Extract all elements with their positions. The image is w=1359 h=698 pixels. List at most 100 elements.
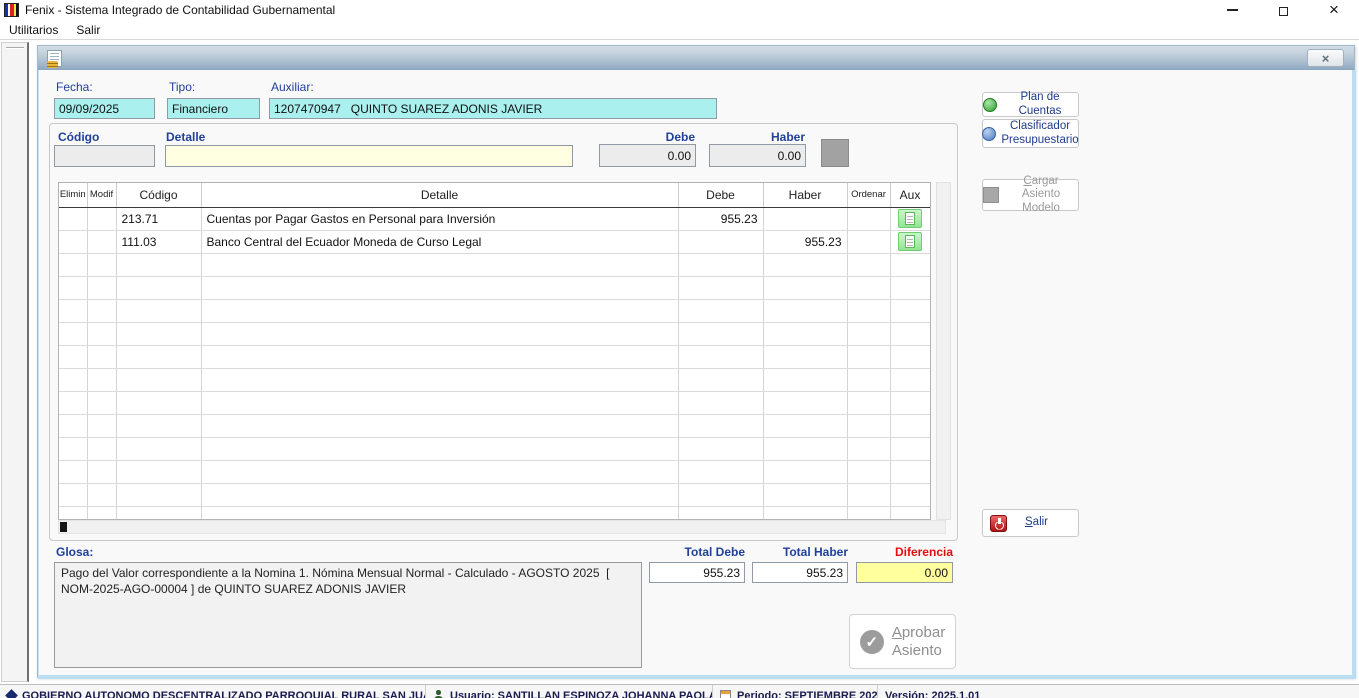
cell-ordenar[interactable]: [847, 207, 890, 230]
cell-aux: [890, 276, 930, 299]
user-icon: [433, 690, 444, 698]
cell-elimin[interactable]: [59, 207, 87, 230]
cell-haber: [763, 345, 847, 368]
cell-elimin: [59, 460, 87, 483]
cell-codigo[interactable]: 111.03: [116, 230, 201, 253]
cargar-asiento-modelo-button[interactable]: Cargar AsientoModelo: [982, 179, 1079, 211]
cell-aux[interactable]: [890, 207, 930, 230]
cell-haber: [763, 414, 847, 437]
menu-utilitarios[interactable]: Utilitarios: [9, 23, 58, 37]
left-dock-strip[interactable]: [1, 42, 29, 682]
cell-haber: [763, 299, 847, 322]
cell-ordenar[interactable]: [847, 230, 890, 253]
cell-modif[interactable]: [87, 207, 116, 230]
close-button[interactable]: ×: [1327, 3, 1341, 17]
aprobar-asiento-button[interactable]: ✓ AprobarAsiento: [849, 614, 956, 669]
diferencia-value: [856, 562, 953, 583]
grid-row[interactable]: 213.71Cuentas por Pagar Gastos en Person…: [59, 207, 930, 230]
cell-detalle: [201, 483, 678, 506]
cell-debe[interactable]: [678, 230, 763, 253]
grid-empty-row: [59, 368, 930, 391]
grid-empty-row: [59, 322, 930, 345]
menu-salir[interactable]: Salir: [76, 23, 100, 37]
cell-modif: [87, 506, 116, 520]
minimize-icon: [1227, 9, 1238, 11]
grid-column-header[interactable]: Haber: [763, 183, 847, 207]
restore-button[interactable]: [1276, 3, 1290, 17]
grid-body: 213.71Cuentas por Pagar Gastos en Person…: [59, 207, 930, 520]
cell-aux: [890, 483, 930, 506]
grid-horizontal-scrollbar[interactable]: [58, 520, 946, 534]
grid-column-header[interactable]: Elimin: [59, 183, 87, 207]
grid-column-header[interactable]: Debe: [678, 183, 763, 207]
glosa-textarea[interactable]: Pago del Valor correspondiente a la Nomi…: [54, 562, 642, 668]
cell-modif: [87, 414, 116, 437]
cell-elimin: [59, 437, 87, 460]
cell-codigo: [116, 345, 201, 368]
aprobar-asiento-label: AprobarAsiento: [892, 624, 945, 659]
haber-input[interactable]: [709, 144, 806, 167]
statusbar: GOBIERNO AUTONOMO DESCENTRALIZADO PARROQ…: [0, 684, 1359, 698]
restore-icon: [1279, 7, 1288, 16]
mdi-client-area: × Fecha: Tipo: Auxiliar: Código Detalle …: [0, 39, 1359, 684]
cell-detalle: [201, 460, 678, 483]
cell-haber: [763, 391, 847, 414]
cell-haber: [763, 506, 847, 520]
cell-detalle: [201, 391, 678, 414]
grid-column-header[interactable]: Modif: [87, 183, 116, 207]
asiento-window-close-button[interactable]: ×: [1307, 49, 1344, 67]
grid-column-header[interactable]: Detalle: [201, 183, 678, 207]
cell-codigo[interactable]: 213.71: [116, 207, 201, 230]
plan-de-cuentas-button[interactable]: Plan de Cuentas: [982, 92, 1079, 117]
cell-detalle[interactable]: Cuentas por Pagar Gastos en Personal par…: [201, 207, 678, 230]
grid-empty-row: [59, 253, 930, 276]
diamond-icon: [5, 689, 18, 698]
window-title: Fenix - Sistema Integrado de Contabilida…: [25, 3, 335, 17]
salir-button[interactable]: Salir: [982, 509, 1079, 537]
tipo-input[interactable]: [167, 98, 260, 119]
cell-haber: [763, 368, 847, 391]
detalle-input[interactable]: [165, 145, 573, 167]
add-line-button[interactable]: [821, 139, 849, 167]
cell-elimin: [59, 483, 87, 506]
scrollbar-thumb[interactable]: [60, 522, 67, 532]
grid-column-header[interactable]: Ordenar: [847, 183, 890, 207]
statusbar-usuario: Usuario: SANTILLAN ESPINOZA JOHANNA PAOL…: [426, 685, 713, 698]
cell-modif[interactable]: [87, 230, 116, 253]
grid-empty-row: [59, 414, 930, 437]
plan-de-cuentas-label: Plan de Cuentas: [1002, 91, 1078, 117]
debe-input[interactable]: [599, 144, 696, 167]
cell-codigo: [116, 506, 201, 520]
cell-debe[interactable]: 955.23: [678, 207, 763, 230]
cell-haber[interactable]: 955.23: [763, 230, 847, 253]
fecha-input[interactable]: [54, 98, 155, 119]
cell-debe: [678, 460, 763, 483]
tipo-label: Tipo:: [169, 80, 195, 94]
cell-detalle[interactable]: Banco Central del Ecuador Moneda de Curs…: [201, 230, 678, 253]
cargar-asiento-label: Cargar AsientoModelo: [1004, 175, 1078, 215]
asiento-window-titlebar: ×: [38, 46, 1354, 70]
minimize-button[interactable]: [1225, 3, 1239, 17]
cell-haber[interactable]: [763, 207, 847, 230]
cell-ordenar: [847, 437, 890, 460]
aux-button[interactable]: [898, 232, 922, 251]
aux-button[interactable]: [898, 209, 922, 228]
cell-aux: [890, 322, 930, 345]
codigo-input[interactable]: [54, 145, 155, 167]
grid-column-header[interactable]: Código: [116, 183, 201, 207]
clasificador-presupuestario-button[interactable]: ClasificadorPresupuestario: [982, 119, 1079, 148]
grid-vertical-scrollbar[interactable]: [936, 182, 951, 520]
grid-empty-row: [59, 345, 930, 368]
gray-square-icon: [983, 187, 999, 203]
grid-row[interactable]: 111.03Banco Central del Ecuador Moneda d…: [59, 230, 930, 253]
power-icon: [990, 515, 1007, 532]
grid-column-header[interactable]: Aux: [890, 183, 930, 207]
cell-aux: [890, 460, 930, 483]
cell-aux[interactable]: [890, 230, 930, 253]
cell-elimin[interactable]: [59, 230, 87, 253]
auxiliar-input[interactable]: [269, 98, 717, 119]
grid-empty-row: [59, 483, 930, 506]
cell-haber: [763, 322, 847, 345]
cell-modif: [87, 483, 116, 506]
total-debe-label: Total Debe: [649, 545, 745, 559]
